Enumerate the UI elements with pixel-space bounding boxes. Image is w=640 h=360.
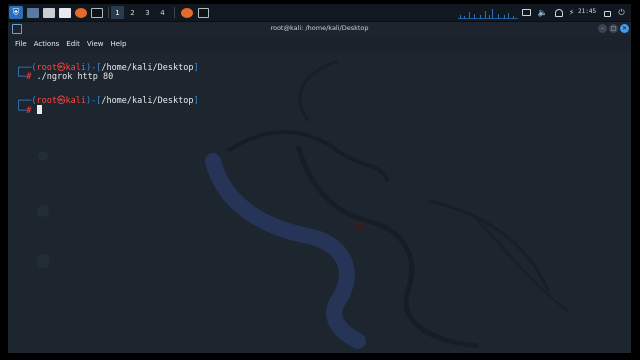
cpu-graph bbox=[458, 9, 518, 19]
maximize-button[interactable]: □ bbox=[609, 24, 618, 33]
volume-icon[interactable]: 🔈 bbox=[538, 7, 548, 18]
minimize-button[interactable]: – bbox=[598, 24, 607, 33]
workspace-4[interactable]: 4 bbox=[156, 6, 169, 19]
terminal-titlebar[interactable]: root@kali: /home/kali/Desktop – □ ✕ bbox=[8, 22, 631, 36]
taskbar-firefox-icon[interactable] bbox=[181, 7, 193, 18]
top-panel: ⛨ 1 2 3 4 🔈 ⚡ 21:45 ⏻ bbox=[8, 4, 631, 22]
monitor-frame: ⛨ 1 2 3 4 🔈 ⚡ 21:45 ⏻ root@kali: /home/k… bbox=[0, 0, 640, 360]
close-button[interactable]: ✕ bbox=[620, 24, 629, 33]
menu-actions[interactable]: Actions bbox=[34, 40, 60, 48]
terminal-output[interactable]: ┌──(root㉿kali)-[/home/kali/Desktop] └─# … bbox=[8, 51, 631, 353]
taskbar-terminal-icon[interactable] bbox=[198, 7, 209, 18]
prompt-path: /home/kali/Desktop bbox=[101, 63, 194, 73]
text-cursor bbox=[36, 105, 42, 114]
panel-separator bbox=[174, 7, 175, 18]
notifications-icon[interactable] bbox=[554, 7, 563, 18]
desktop-screen: ⛨ 1 2 3 4 🔈 ⚡ 21:45 ⏻ root@kali: /home/k… bbox=[8, 4, 631, 353]
menu-file[interactable]: File bbox=[15, 40, 27, 48]
firefox-icon[interactable] bbox=[75, 7, 87, 18]
files-icon[interactable] bbox=[43, 7, 55, 18]
workspace-3[interactable]: 3 bbox=[141, 6, 154, 19]
prompt-path: /home/kali/Desktop bbox=[101, 96, 194, 106]
power-icon[interactable]: ⏻ bbox=[617, 7, 626, 18]
prompt-line-2: ┌──(root㉿kali)-[/home/kali/Desktop] bbox=[16, 96, 199, 106]
network-icon[interactable]: ⚡ bbox=[567, 7, 576, 18]
prompt-host: kali bbox=[65, 96, 86, 106]
kali-dragon-icon: ⛨ bbox=[12, 7, 20, 18]
menu-edit[interactable]: Edit bbox=[66, 40, 80, 48]
kali-menu-button[interactable]: ⛨ bbox=[9, 6, 23, 19]
command-line-1: └─# ./ngrok http 80 bbox=[16, 72, 114, 82]
command-text: ./ngrok http 80 bbox=[36, 72, 114, 82]
clock[interactable]: 21:45 bbox=[578, 8, 596, 15]
workspace-1[interactable]: 1 bbox=[111, 6, 124, 19]
show-desktop-icon[interactable] bbox=[27, 7, 39, 18]
workspace-2[interactable]: 2 bbox=[126, 6, 139, 19]
command-line-2[interactable]: └─# bbox=[16, 105, 42, 116]
menu-view[interactable]: View bbox=[87, 40, 104, 48]
text-editor-icon[interactable] bbox=[59, 7, 71, 18]
window-title: root@kali: /home/kali/Desktop bbox=[270, 24, 369, 32]
terminal-launcher-icon[interactable] bbox=[91, 7, 103, 18]
lock-screen-icon[interactable] bbox=[603, 7, 612, 18]
monitor-icon[interactable] bbox=[522, 7, 531, 18]
terminal-menubar: File Actions Edit View Help bbox=[8, 36, 631, 51]
panel-separator bbox=[108, 7, 109, 18]
menu-help[interactable]: Help bbox=[110, 40, 126, 48]
